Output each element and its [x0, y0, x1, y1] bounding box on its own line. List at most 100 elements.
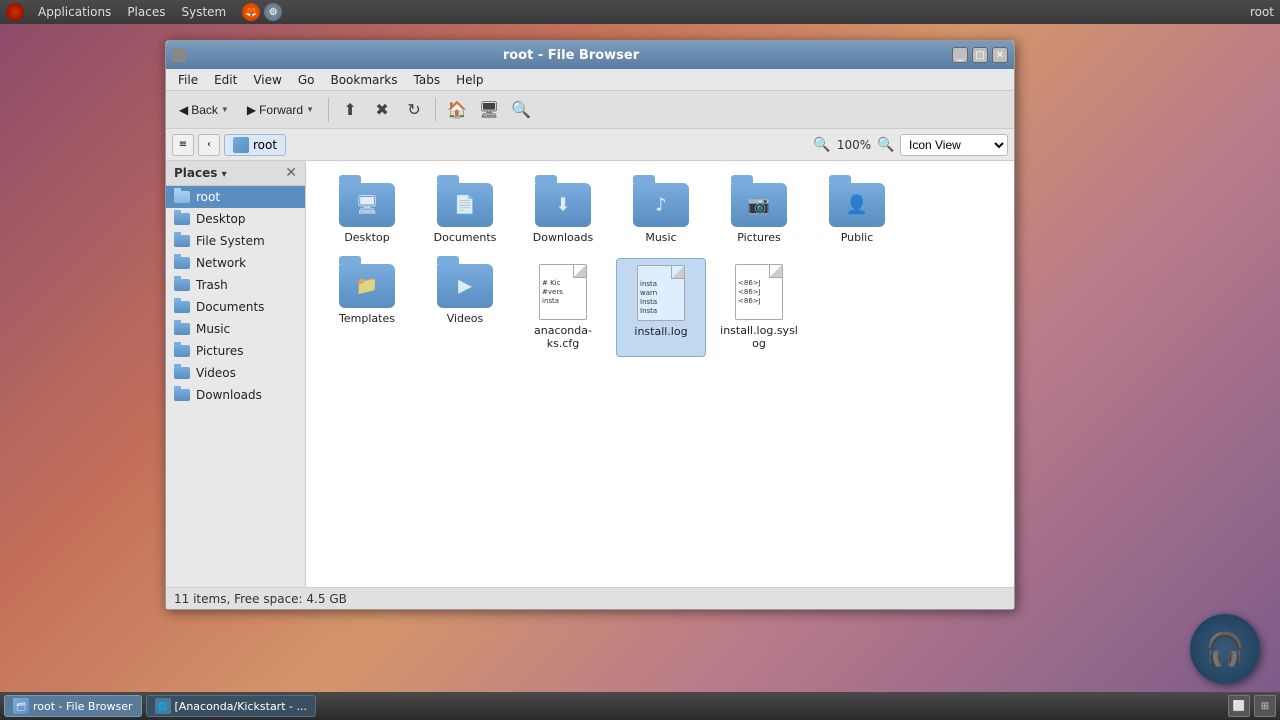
breadcrumb-root[interactable]: root [224, 134, 286, 156]
desktop-folder-icon: 🖥 [339, 183, 395, 227]
menu-help[interactable]: Help [448, 71, 491, 89]
menu-view[interactable]: View [245, 71, 289, 89]
sidebar-item-desktop[interactable]: Desktop [166, 208, 305, 230]
downloads-emblem: ⬇ [555, 195, 570, 216]
install-log-syslog-label: install.log.syslog [720, 324, 798, 350]
anaconda-ks-text: # Kic#versinsta [540, 265, 586, 306]
desktop-folder-label: Desktop [344, 231, 389, 244]
view-select[interactable]: Icon View List View Compact View [900, 134, 1008, 156]
folder-videos[interactable]: ▶ Videos [420, 258, 510, 356]
close-button[interactable]: ✕ [992, 47, 1008, 63]
logged-in-user: root [1250, 5, 1274, 19]
window-title: root - File Browser [190, 48, 952, 63]
folder-documents[interactable]: 📄 Documents [420, 177, 510, 250]
taskbar-screen-btn[interactable]: ⬜ [1228, 695, 1250, 717]
sidebar-music-icon [174, 322, 190, 336]
up-button[interactable]: ⬆ [336, 96, 364, 124]
location-prev-button[interactable]: ‹ [198, 134, 220, 156]
pictures-folder-icon: 📷 [731, 183, 787, 227]
sidebar-desktop-label: Desktop [196, 212, 246, 226]
folder-pictures[interactable]: 📷 Pictures [714, 177, 804, 250]
firefox-icon[interactable]: 🦊 [242, 3, 260, 21]
zoom-out-button[interactable]: 🔍 [812, 135, 832, 155]
applications-menu[interactable]: Applications [30, 3, 119, 21]
status-bar: 11 items, Free space: 4.5 GB [166, 587, 1014, 609]
sidebar-toggle-button[interactable]: ≡ [172, 134, 194, 156]
sidebar-item-videos[interactable]: Videos [166, 362, 305, 384]
menu-tabs[interactable]: Tabs [406, 71, 449, 89]
window-titlebar[interactable]: root - File Browser _ □ ✕ [166, 41, 1014, 69]
sidebar-item-filesystem[interactable]: File System [166, 230, 305, 252]
toolbar-separator2 [435, 98, 436, 122]
public-folder-label: Public [841, 231, 874, 244]
system-menu[interactable]: System [173, 3, 234, 21]
menu-bookmarks[interactable]: Bookmarks [322, 71, 405, 89]
music-emblem: ♪ [655, 195, 667, 216]
taskbar-anaconda-icon: 🌐 [155, 698, 171, 714]
menu-bar: File Edit View Go Bookmarks Tabs Help [166, 69, 1014, 91]
taskbar-anaconda-label: [Anaconda/Kickstart - ... [175, 700, 307, 713]
search-button[interactable]: 🔍 [507, 96, 535, 124]
file-anaconda-ks[interactable]: # Kic#versinsta anaconda-ks.cfg [518, 258, 608, 356]
sidebar-close-button[interactable]: ✕ [285, 165, 297, 181]
window-controls: _ □ ✕ [952, 47, 1008, 63]
reload-button[interactable]: ↻ [400, 96, 428, 124]
folder-desktop[interactable]: 🖥 Desktop [322, 177, 412, 250]
stop-button[interactable]: ✖ [368, 96, 396, 124]
sidebar-item-network[interactable]: Network [166, 252, 305, 274]
sidebar-item-music[interactable]: Music [166, 318, 305, 340]
folder-templates[interactable]: 📁 Templates [322, 258, 412, 356]
main-area: Places ▾ ✕ root Desktop File System Netw… [166, 161, 1014, 587]
sidebar-places-label: Places ▾ [174, 166, 227, 180]
forward-button[interactable]: ▶ Forward ▼ [240, 99, 321, 121]
taskbar-anaconda-button[interactable]: 🌐 [Anaconda/Kickstart - ... [146, 695, 316, 717]
sidebar-trash-icon [174, 278, 190, 292]
back-label: Back [191, 103, 218, 117]
title-pin-icon [172, 48, 186, 62]
taskbar-apps-btn[interactable]: ⊞ [1254, 695, 1276, 717]
music-folder-icon: ♪ [633, 183, 689, 227]
documents-folder-icon: 📄 [437, 183, 493, 227]
menu-edit[interactable]: Edit [206, 71, 245, 89]
sidebar-music-label: Music [196, 322, 230, 336]
minimize-button[interactable]: _ [952, 47, 968, 63]
sidebar-item-root[interactable]: root [166, 186, 305, 208]
folder-music[interactable]: ♪ Music [616, 177, 706, 250]
content-area: 🖥 Desktop 📄 Documents ⬇ Downloads ♪ [306, 161, 1014, 587]
videos-folder-icon: ▶ [437, 264, 493, 308]
sidebar-filesystem-icon [174, 234, 190, 248]
folder-downloads[interactable]: ⬇ Downloads [518, 177, 608, 250]
downloads-folder-icon: ⬇ [535, 183, 591, 227]
sidebar-header: Places ▾ ✕ [166, 161, 305, 186]
sidebar-network-icon [174, 256, 190, 270]
file-install-log-syslog[interactable]: <86>J<86>J<86>J install.log.syslog [714, 258, 804, 356]
taskbar-filebrowser-button[interactable]: 🗂 root - File Browser [4, 695, 142, 717]
menu-file[interactable]: File [170, 71, 206, 89]
documents-folder-label: Documents [434, 231, 497, 244]
forward-arrow-icon: ▶ [247, 103, 256, 117]
sidebar-item-downloads[interactable]: Downloads [166, 384, 305, 406]
back-arrow-icon: ◀ [179, 103, 188, 117]
computer-toolbar-button[interactable]: 🖥 [475, 96, 503, 124]
update-icon[interactable]: ⚙ [264, 3, 282, 21]
sidebar-videos-icon [174, 366, 190, 380]
anaconda-ks-icon: # Kic#versinsta [539, 264, 587, 320]
folder-public[interactable]: 👤 Public [812, 177, 902, 250]
maximize-button[interactable]: □ [972, 47, 988, 63]
forward-label: Forward [259, 103, 303, 117]
file-browser-window: root - File Browser _ □ ✕ File Edit View… [165, 40, 1015, 610]
sidebar-item-trash[interactable]: Trash [166, 274, 305, 296]
sidebar-item-pictures[interactable]: Pictures [166, 340, 305, 362]
sidebar-item-documents[interactable]: Documents [166, 296, 305, 318]
back-button[interactable]: ◀ Back ▼ [172, 99, 236, 121]
sidebar-downloads-icon [174, 388, 190, 402]
top-menu-bar: Applications Places System 🦊 ⚙ root [0, 0, 1280, 24]
status-label: 11 items, Free space: 4.5 GB [174, 592, 347, 606]
zoom-in-button[interactable]: 🔍 [876, 135, 896, 155]
places-menu[interactable]: Places [119, 3, 173, 21]
sidebar: Places ▾ ✕ root Desktop File System Netw… [166, 161, 306, 587]
home-button[interactable]: 🏠 [443, 96, 471, 124]
top-bar-right: root [1250, 5, 1274, 19]
menu-go[interactable]: Go [290, 71, 323, 89]
file-install-log[interactable]: instawarnInstaInsta install.log [616, 258, 706, 356]
